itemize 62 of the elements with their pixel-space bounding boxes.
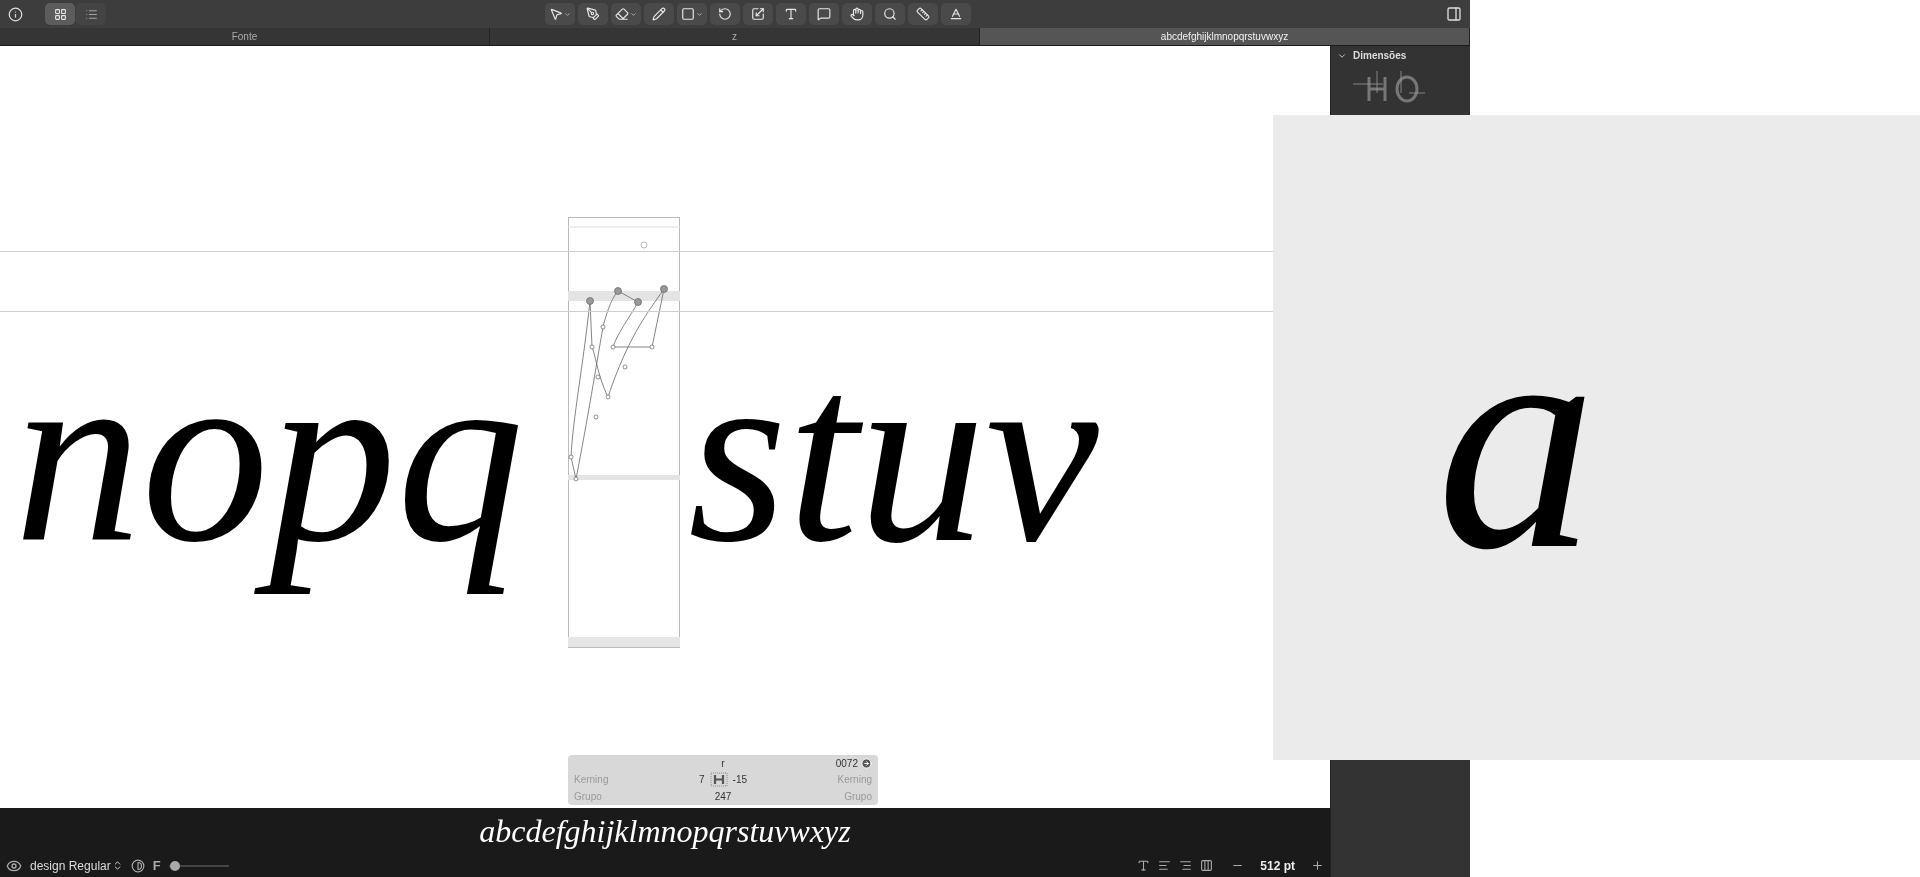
annotation-button[interactable]	[809, 3, 839, 25]
font-size-value[interactable]: 512 pt	[1260, 858, 1295, 873]
unicode-value: 0072	[835, 757, 858, 769]
tab[interactable]: z	[490, 28, 980, 45]
glyph-width[interactable]: 247	[714, 791, 732, 803]
search-icon	[883, 7, 897, 21]
slider-thumb[interactable]	[169, 860, 180, 871]
glyph-name: r	[721, 757, 725, 769]
ruler-icon	[916, 7, 930, 21]
list-icon	[84, 7, 98, 21]
columns-icon[interactable]	[1200, 859, 1214, 872]
glyph-text: nopq	[13, 312, 525, 597]
grid-view-button[interactable]	[45, 3, 75, 25]
tab[interactable]: Fonte	[0, 28, 490, 45]
metrics-icon	[707, 772, 730, 788]
pointer-icon	[549, 7, 563, 21]
master-selector[interactable]: design Regular	[30, 858, 123, 873]
align-right-icon[interactable]	[1179, 859, 1193, 872]
rectangle-button[interactable]	[677, 3, 707, 25]
search-button[interactable]	[875, 3, 905, 25]
flag-label: F	[152, 858, 161, 873]
preview-text: abcdefghijklmnopqrstuvwxyz	[478, 811, 852, 851]
rotate-button[interactable]	[710, 3, 740, 25]
align-left-icon[interactable]	[1158, 859, 1172, 872]
text-button[interactable]	[776, 3, 806, 25]
caret-icon	[630, 10, 637, 18]
pen-icon	[586, 7, 600, 21]
pencil-icon	[652, 7, 666, 21]
pen-button[interactable]	[578, 3, 608, 25]
sidebar-toggle-icon[interactable]	[1446, 6, 1462, 22]
glyph-text: stuv	[687, 312, 1100, 597]
info-icon[interactable]	[8, 6, 23, 22]
kerning-label: Kerning	[837, 774, 872, 786]
group-label: Grupo	[574, 791, 602, 803]
scale-button[interactable]	[743, 3, 773, 25]
annotation-icon	[817, 7, 831, 21]
preview-glyph: a	[1436, 259, 1598, 617]
right-sidebearing[interactable]: -15	[732, 774, 747, 786]
rotate-icon	[718, 7, 732, 21]
ruler-button[interactable]	[908, 3, 938, 25]
type-tool-button[interactable]	[941, 3, 971, 25]
scale-icon	[751, 7, 765, 21]
caret-icon	[564, 10, 571, 18]
rectangle-icon	[681, 7, 695, 21]
kerning-label: Kerning	[574, 774, 609, 786]
group-label: Grupo	[844, 791, 872, 803]
left-sidebearing[interactable]: 7	[699, 774, 705, 786]
text-size-icon[interactable]	[1137, 859, 1151, 872]
zoom-in-icon[interactable]	[1311, 859, 1324, 872]
eraser-button[interactable]	[611, 3, 641, 25]
caret-icon	[696, 10, 703, 18]
pencil-button[interactable]	[644, 3, 674, 25]
text-icon	[784, 7, 798, 21]
section-title: Dimensões	[1353, 50, 1407, 61]
tab[interactable]: abcdefghijklmnopqrstuvwxyz	[980, 28, 1470, 45]
grid-icon	[53, 7, 67, 21]
contrast-icon[interactable]	[130, 858, 145, 873]
hand-icon	[850, 7, 864, 21]
eraser-icon	[615, 7, 629, 21]
hand-button[interactable]	[842, 3, 872, 25]
type-tool-icon	[949, 7, 963, 21]
pointer-button[interactable]	[545, 3, 575, 25]
